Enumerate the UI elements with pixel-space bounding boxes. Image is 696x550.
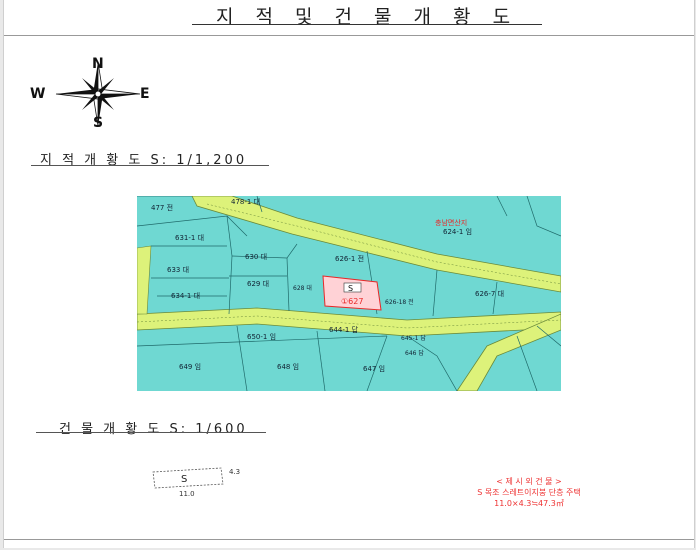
parcel-628: 628 대 (293, 284, 312, 292)
document-title: 지 적 및 건 물 개 황 도 (215, 6, 519, 28)
building-legend-calc: 11.0×4.3≒47.3㎡ (494, 499, 564, 508)
parcel-630: 630 대 (245, 253, 267, 261)
parcel-645-1: 645-1 답 (401, 335, 426, 342)
parcel-634-1: 634-1 대 (171, 292, 200, 300)
building-width: 11.0 (179, 490, 195, 498)
parcel-650-1: 650-1 임 (247, 333, 276, 341)
cadastral-map: 477 전 478-1 대 631-1 대 633 대 630 대 626-1 … (137, 196, 561, 391)
parcel-626-1: 626-1 전 (335, 254, 364, 263)
subject-parcel-label: ①627 (341, 297, 363, 306)
parcel-646: 646 답 (405, 350, 424, 357)
parcel-478-1: 478-1 대 (231, 198, 260, 206)
building-legend-desc: S 목조 스레트이지붕 단층 주택 (477, 488, 581, 497)
parcel-649: 649 임 (179, 363, 201, 371)
compass-north: N (92, 56, 104, 72)
building-legend: < 제 시 외 건 물 > S 목조 스레트이지붕 단층 주택 11.0×4.3… (404, 476, 654, 509)
cadastral-heading-rule (31, 165, 269, 166)
building-legend-title: < 제 시 외 건 물 > (496, 477, 562, 486)
compass-south: S (93, 115, 104, 131)
parcel-624-1: 624-1 임 (443, 228, 472, 236)
park-label: 충남면산지 (435, 218, 467, 227)
compass-rose: N S E W (26, 56, 156, 132)
compass-icon (55, 61, 141, 127)
building-depth: 4.3 (229, 468, 240, 476)
building-heading: 건 물 개 황 도 S: 1/600 (59, 422, 248, 437)
building-heading-rule (36, 432, 266, 433)
subject-marker: S (348, 284, 353, 293)
building-marker: S (181, 474, 187, 485)
bottom-divider (4, 539, 694, 540)
document-page: 지 적 및 건 물 개 황 도 N S E W 지 적 개 황 도 S: 1/1… (3, 0, 695, 548)
parcel-644-1: 644-1 답 (329, 325, 359, 334)
building-sketch: S 4.3 11.0 (149, 460, 249, 500)
parcel-648: 648 임 (277, 363, 299, 371)
compass-west: W (30, 86, 46, 102)
top-divider (4, 35, 694, 36)
parcel-626-18: 626-18 전 (385, 298, 414, 306)
parcel-626-7: 626-7 대 (475, 290, 504, 298)
parcel-631-1: 631-1 대 (175, 234, 204, 242)
title-underline (192, 24, 542, 25)
compass-east: E (140, 86, 150, 102)
parcel-477: 477 전 (151, 203, 173, 212)
parcel-633: 633 대 (167, 266, 189, 274)
parcel-629: 629 대 (247, 280, 269, 288)
parcel-647: 647 임 (363, 365, 385, 373)
